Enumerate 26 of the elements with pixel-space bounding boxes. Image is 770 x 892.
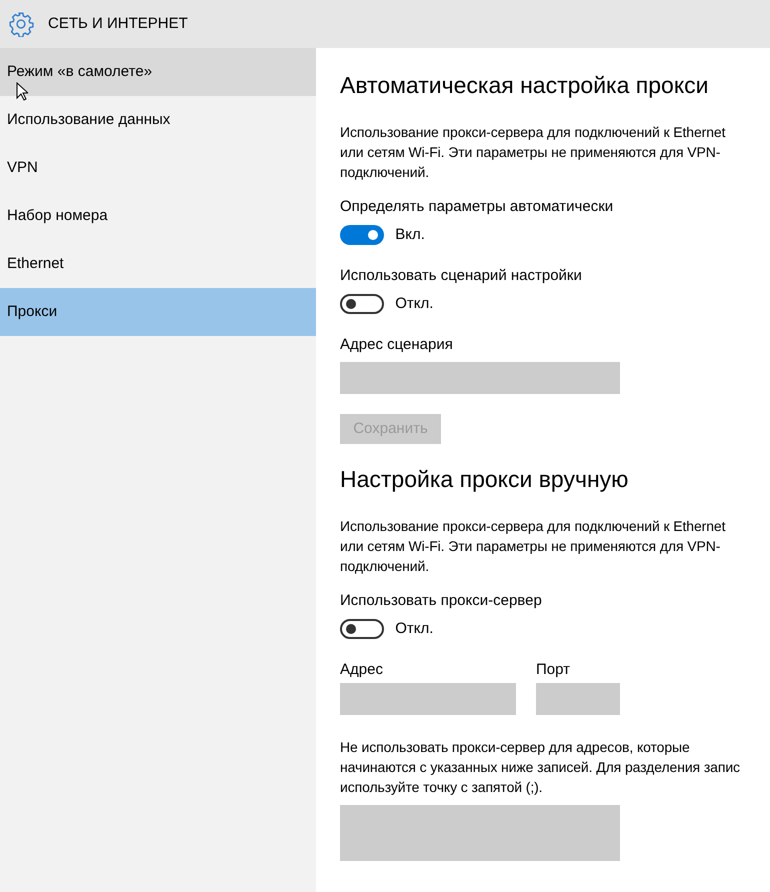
- toggle-state: Откл.: [395, 619, 434, 640]
- toggle-state: Вкл.: [395, 225, 425, 246]
- settings-icon: [8, 11, 34, 37]
- sidebar-item[interactable]: Ethernet: [0, 240, 316, 288]
- toggle-label: Использовать прокси-сервер: [340, 590, 542, 611]
- page-title: СЕТЬ И ИНТЕРНЕТ: [48, 14, 188, 34]
- cursor-icon: [16, 82, 28, 101]
- toggle-state: Откл.: [395, 294, 434, 314]
- section-heading: Автоматическая настройка прокси: [340, 72, 710, 100]
- toggle-label: Определять параметры автоматически: [340, 196, 614, 217]
- toggle-switch[interactable]: [340, 619, 384, 640]
- field-label: Адрес: [340, 660, 383, 680]
- field-label: Адрес сценария: [340, 334, 453, 355]
- field-label: Порт: [536, 660, 570, 680]
- sidebar-item[interactable]: Использование данных: [0, 96, 316, 144]
- toggle-switch[interactable]: [340, 294, 384, 314]
- sidebar-item[interactable]: Режим «в самолете»: [0, 48, 316, 96]
- toggle-label: Использовать сценарий настройки: [340, 266, 582, 286]
- section-heading: Настройка прокси вручную: [340, 466, 630, 494]
- sidebar-item[interactable]: Набор номера: [0, 192, 316, 240]
- sidebar-item[interactable]: VPN: [0, 144, 316, 192]
- description-text: Использование прокси-сервера для подключений к Ethernet или сетям Wi-Fi. Эти параметры не применяются для VPN- подключений.: [340, 516, 726, 576]
- toggle-switch[interactable]: [340, 225, 384, 246]
- description-text: Не использовать прокси-сервер для адресов, которые начинаются с указанных ниже записей. Для разделения запис используйте точку с запятой (;).: [340, 738, 741, 798]
- description-text: Использование прокси-сервера для подключений к Ethernet или сетям Wi-Fi. Эти параметры не применяются для VPN- подключений.: [340, 122, 726, 182]
- sidebar-item[interactable]: Прокси: [0, 288, 316, 336]
